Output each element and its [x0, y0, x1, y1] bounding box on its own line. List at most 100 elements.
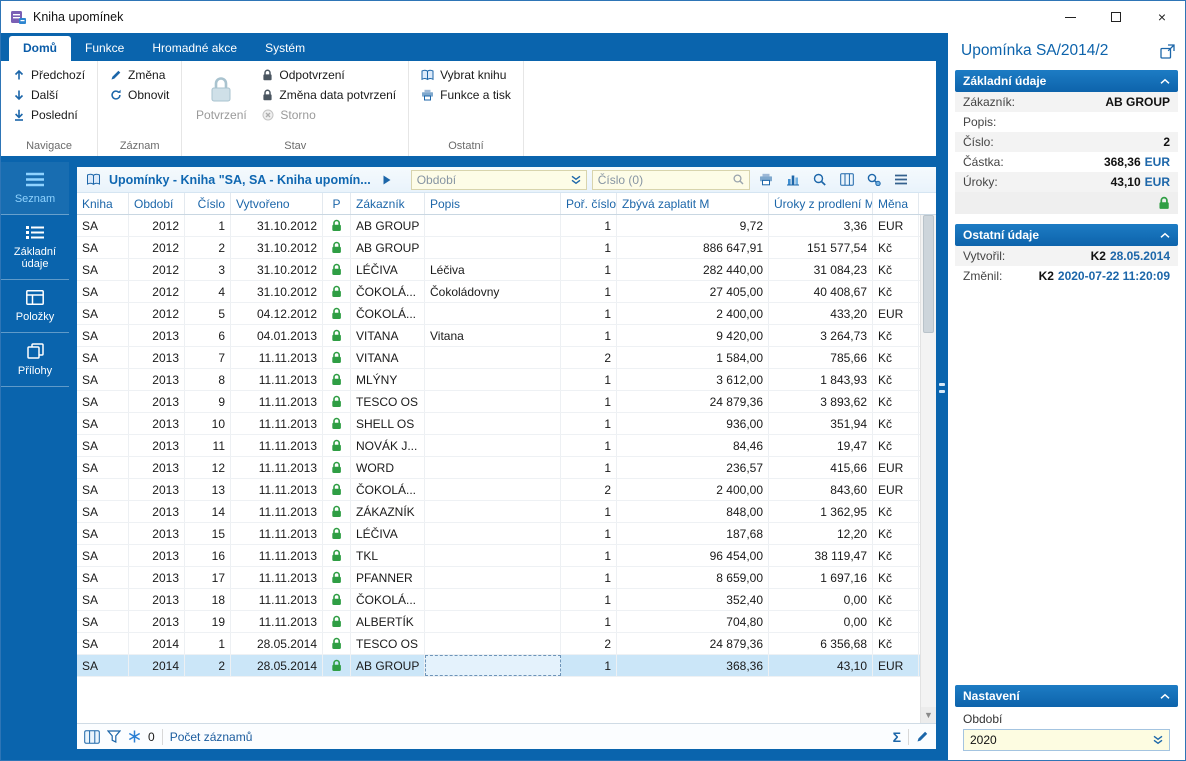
table-row[interactable]: SA 2013 17 11.11.2013 PFANNER 1 8 659,00 1 697,…	[77, 567, 920, 589]
cell-zakaznik: NOVÁK J...	[351, 435, 425, 456]
cell-uroky-z-prodleni-m: 31 084,23	[769, 259, 873, 280]
sidebar-item-seznam[interactable]: Seznam	[1, 162, 69, 215]
table-row[interactable]: SA 2012 2 31.10.2012 AB GROUP 1 886 647,91 151 …	[77, 237, 920, 259]
column-header-zakaznik[interactable]: Zákazník	[351, 193, 425, 214]
minimize-button[interactable]	[1047, 1, 1093, 33]
table-row[interactable]: SA 2012 1 31.10.2012 AB GROUP 1 9,72 3,36 EUR	[77, 215, 920, 237]
last-button[interactable]: Poslední	[9, 105, 89, 125]
column-header-vytvoreno[interactable]: Vytvořeno	[231, 193, 323, 214]
chart-icon[interactable]	[782, 170, 804, 190]
cell-p	[323, 347, 351, 368]
cell-cislo: 17	[185, 567, 231, 588]
find-icon[interactable]	[809, 170, 831, 190]
view-columns-icon[interactable]	[84, 729, 100, 744]
sidebar-item-zakladni-udaje[interactable]: Základní údaje	[1, 215, 69, 280]
table-row[interactable]: SA 2013 13 11.11.2013 ČOKOLÁ... 2 2 400,00 843,…	[77, 479, 920, 501]
unconfirm-button[interactable]: Odpotvrzení	[258, 65, 400, 85]
column-header-cislo[interactable]: Číslo	[185, 193, 231, 214]
table-row[interactable]: SA 2012 3 31.10.2012 LÉČIVA Léčiva 1 282 440,00…	[77, 259, 920, 281]
scrollbar-track[interactable]	[921, 333, 936, 707]
sidebar-item-polozky[interactable]: Položky	[1, 280, 69, 333]
confirm-button[interactable]: Potvrzení	[190, 65, 252, 131]
tab-funkce[interactable]: Funkce	[71, 36, 138, 61]
previous-button[interactable]: Předchozí	[9, 65, 89, 85]
vertical-scrollbar[interactable]: ▼	[920, 215, 936, 723]
popout-icon[interactable]	[1160, 43, 1175, 59]
cell-popis	[425, 435, 561, 456]
table-row[interactable]: SA 2014 1 28.05.2014 TESCO OS 2 24 879,36 6 356…	[77, 633, 920, 655]
select-book-button[interactable]: Vybrat knihu	[417, 65, 515, 85]
table-row[interactable]: SA 2014 2 28.05.2014 AB GROUP 1 368,36 43,10 EUR	[77, 655, 920, 677]
change-confirm-date-button[interactable]: Změna data potvrzení	[258, 85, 400, 105]
table-row[interactable]: SA 2013 14 11.11.2013 ZÁKAZNÍK 1 848,00 1 362,9…	[77, 501, 920, 523]
number-filter[interactable]: Číslo (0)	[591, 169, 750, 190]
menu-icon[interactable]	[890, 170, 912, 190]
table-row[interactable]: SA 2013 9 11.11.2013 TESCO OS 1 24 879,36 3 893…	[77, 391, 920, 413]
cell-kniha: SA	[77, 347, 129, 368]
cell-kniha: SA	[77, 215, 129, 236]
table-row[interactable]: SA 2013 16 11.11.2013 TKL 1 96 454,00 38 119,47…	[77, 545, 920, 567]
refresh-button[interactable]: Obnovit	[106, 85, 173, 105]
snowflake-icon[interactable]	[128, 730, 141, 743]
printer-icon	[422, 89, 434, 101]
sidebar-item-prilohy[interactable]: Přílohy	[1, 333, 69, 387]
field-label: Částka:	[963, 155, 1004, 169]
scrollbar-thumb[interactable]	[923, 215, 934, 333]
cell-uroky-z-prodleni-m: 785,66	[769, 347, 873, 368]
arrow-up-icon	[14, 69, 24, 80]
scroll-down-arrow[interactable]: ▼	[921, 707, 936, 723]
section-settings-header[interactable]: Nastavení	[955, 685, 1178, 707]
tab-domu[interactable]: Domů	[9, 36, 71, 61]
period-filter[interactable]: Období	[410, 169, 587, 190]
cell-obdobi: 2012	[129, 259, 185, 280]
edit-icon[interactable]	[916, 730, 929, 743]
table-row[interactable]: SA 2013 18 11.11.2013 ČOKOLÁ... 1 352,40 0,00 Kč	[77, 589, 920, 611]
functions-print-button[interactable]: Funkce a tisk	[417, 85, 515, 105]
column-header-kniha[interactable]: Kniha	[77, 193, 129, 214]
next-button[interactable]: Další	[9, 85, 89, 105]
print-icon[interactable]	[755, 170, 777, 190]
cell-por-cislo: 1	[561, 501, 617, 522]
table-row[interactable]: SA 2013 11 11.11.2013 NOVÁK J... 1 84,46 19,47 K…	[77, 435, 920, 457]
table-row[interactable]: SA 2013 19 11.11.2013 ALBERTÍK 1 704,80 0,00 Kč	[77, 611, 920, 633]
section-basic-header[interactable]: Základní údaje	[955, 70, 1178, 92]
column-header-zbyva-zaplatit-m[interactable]: Zbývá zaplatit M	[617, 193, 769, 214]
table-row[interactable]: SA 2013 8 11.11.2013 MLÝNY 1 3 612,00 1 843,93 K…	[77, 369, 920, 391]
storno-button[interactable]: Storno	[258, 105, 400, 125]
column-header-mena[interactable]: Měna	[873, 193, 919, 214]
change-button[interactable]: Změna	[106, 65, 173, 85]
close-button[interactable]: ×	[1139, 1, 1185, 33]
column-header-obdobi[interactable]: Období	[129, 193, 185, 214]
zoom-settings-icon[interactable]	[863, 170, 885, 190]
lock-icon	[332, 307, 341, 319]
period-dropdown[interactable]: 2020	[963, 729, 1170, 751]
table-row[interactable]: SA 2013 7 11.11.2013 VITANA 2 1 584,00 785,66 Kč	[77, 347, 920, 369]
column-header-uroky-z-prodleni-m[interactable]: Úroky z prodlení M	[769, 193, 873, 214]
field-value: K2	[1038, 269, 1054, 283]
cell-uroky-z-prodleni-m: 351,94	[769, 413, 873, 434]
cell-p	[323, 303, 351, 324]
table-row[interactable]: SA 2013 10 11.11.2013 SHELL OS 1 936,00 351,94 K…	[77, 413, 920, 435]
column-header-p[interactable]: P	[323, 193, 351, 214]
column-header-popis[interactable]: Popis	[425, 193, 561, 214]
sum-button[interactable]: Σ	[893, 729, 901, 745]
section-settings-title: Nastavení	[963, 689, 1020, 703]
table-row[interactable]: SA 2013 12 11.11.2013 WORD 1 236,57 415,66 EUR	[77, 457, 920, 479]
section-other-header[interactable]: Ostatní údaje	[955, 224, 1178, 246]
tab-system[interactable]: Systém	[251, 36, 319, 61]
panel-splitter[interactable]	[936, 33, 948, 760]
table-row[interactable]: SA 2013 6 04.01.2013 VITANA Vitana 1 9 420,00 3 …	[77, 325, 920, 347]
maximize-button[interactable]	[1093, 1, 1139, 33]
filter-icon[interactable]	[107, 730, 121, 743]
status-separator	[908, 728, 909, 745]
columns-icon[interactable]	[836, 170, 858, 190]
play-icon[interactable]	[376, 170, 398, 190]
tab-hromadne-akce[interactable]: Hromadné akce	[138, 36, 251, 61]
table-row[interactable]: SA 2012 4 31.10.2012 ČOKOLÁ... Čokoládovny 1 27…	[77, 281, 920, 303]
cell-mena: EUR	[873, 655, 919, 676]
column-header-por-cislo[interactable]: Poř. číslo	[561, 193, 617, 214]
cell-mena: Kč	[873, 501, 919, 522]
table-row[interactable]: SA 2012 5 04.12.2012 ČOKOLÁ... 1 2 400,00 433,2…	[77, 303, 920, 325]
table-row[interactable]: SA 2013 15 11.11.2013 LÉČIVA 1 187,68 12,20 Kč	[77, 523, 920, 545]
cell-cislo: 12	[185, 457, 231, 478]
